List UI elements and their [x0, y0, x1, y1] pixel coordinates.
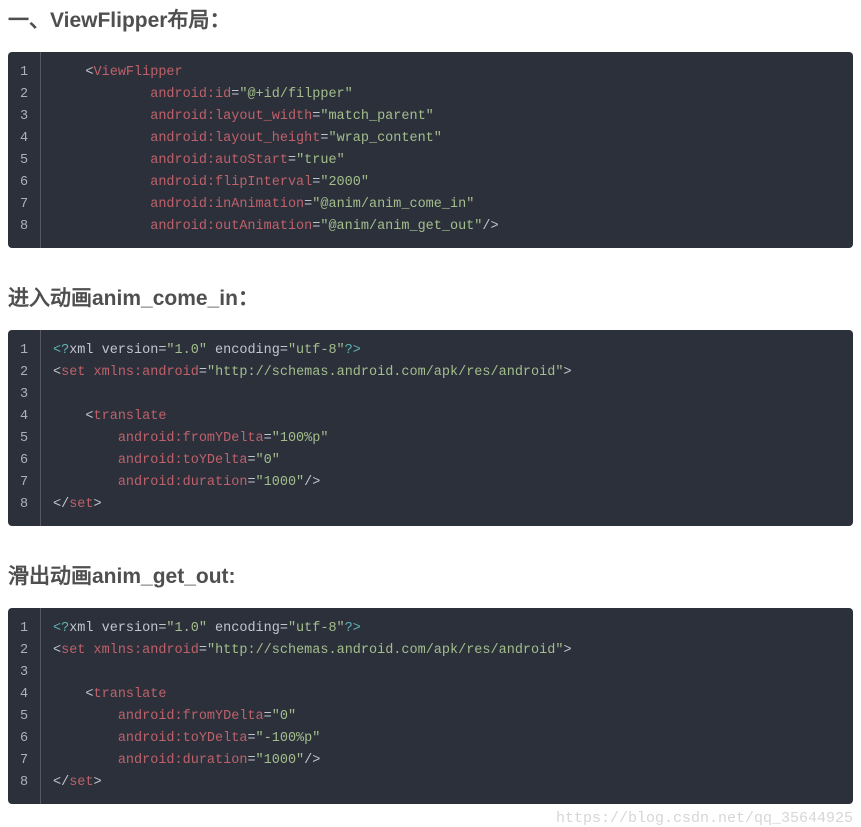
code-line: <ViewFlipper: [53, 62, 841, 84]
line-number: 2: [8, 84, 40, 106]
code-content: <?xml version="1.0" encoding="utf-8"?><s…: [41, 608, 853, 804]
line-number: 1: [8, 340, 40, 362]
line-number: 4: [8, 128, 40, 150]
code-block-1: 12345678 <ViewFlipper android:id="@+id/f…: [8, 52, 853, 248]
line-number: 5: [8, 150, 40, 172]
line-number: 8: [8, 216, 40, 238]
code-line: android:flipInterval="2000": [53, 172, 841, 194]
code-line: android:id="@+id/filpper": [53, 84, 841, 106]
code-line: android:inAnimation="@anim/anim_come_in": [53, 194, 841, 216]
code-block-3: 12345678 <?xml version="1.0" encoding="u…: [8, 608, 853, 804]
code-line: <set xmlns:android="http://schemas.andro…: [53, 362, 841, 384]
line-numbers: 12345678: [8, 330, 41, 526]
code-content: <?xml version="1.0" encoding="utf-8"?><s…: [41, 330, 853, 526]
code-line: android:toYDelta="-100%p": [53, 728, 841, 750]
line-number: 3: [8, 662, 40, 684]
line-number: 2: [8, 640, 40, 662]
line-number: 3: [8, 384, 40, 406]
code-content: <ViewFlipper android:id="@+id/filpper" a…: [41, 52, 853, 248]
line-numbers: 12345678: [8, 608, 41, 804]
line-number: 8: [8, 494, 40, 516]
code-line: android:duration="1000"/>: [53, 472, 841, 494]
line-number: 6: [8, 728, 40, 750]
code-line: [53, 384, 841, 406]
line-number: 1: [8, 62, 40, 84]
line-number: 6: [8, 172, 40, 194]
code-line: android:fromYDelta="0": [53, 706, 841, 728]
code-line: android:duration="1000"/>: [53, 750, 841, 772]
code-line: <?xml version="1.0" encoding="utf-8"?>: [53, 340, 841, 362]
line-number: 4: [8, 684, 40, 706]
code-line: android:autoStart="true": [53, 150, 841, 172]
watermark-text: https://blog.csdn.net/qq_35644925: [8, 810, 853, 827]
line-number: 7: [8, 472, 40, 494]
line-number: 7: [8, 750, 40, 772]
line-number: 1: [8, 618, 40, 640]
code-line: android:outAnimation="@anim/anim_get_out…: [53, 216, 841, 238]
heading-anim-come-in: 进入动画anim_come_in：: [8, 278, 853, 312]
code-line: <?xml version="1.0" encoding="utf-8"?>: [53, 618, 841, 640]
code-line: <set xmlns:android="http://schemas.andro…: [53, 640, 841, 662]
line-number: 8: [8, 772, 40, 794]
line-number: 3: [8, 106, 40, 128]
code-block-2: 12345678 <?xml version="1.0" encoding="u…: [8, 330, 853, 526]
line-number: 5: [8, 428, 40, 450]
heading-viewflipper: 一、ViewFlipper布局：: [8, 0, 853, 34]
code-line: [53, 662, 841, 684]
line-number: 4: [8, 406, 40, 428]
line-number: 5: [8, 706, 40, 728]
code-line: android:fromYDelta="100%p": [53, 428, 841, 450]
code-line: android:toYDelta="0": [53, 450, 841, 472]
heading-anim-get-out: 滑出动画anim_get_out:: [8, 556, 853, 590]
line-number: 2: [8, 362, 40, 384]
code-line: </set>: [53, 772, 841, 794]
line-numbers: 12345678: [8, 52, 41, 248]
code-line: android:layout_width="match_parent": [53, 106, 841, 128]
line-number: 6: [8, 450, 40, 472]
code-line: <translate: [53, 406, 841, 428]
code-line: </set>: [53, 494, 841, 516]
code-line: <translate: [53, 684, 841, 706]
line-number: 7: [8, 194, 40, 216]
code-line: android:layout_height="wrap_content": [53, 128, 841, 150]
